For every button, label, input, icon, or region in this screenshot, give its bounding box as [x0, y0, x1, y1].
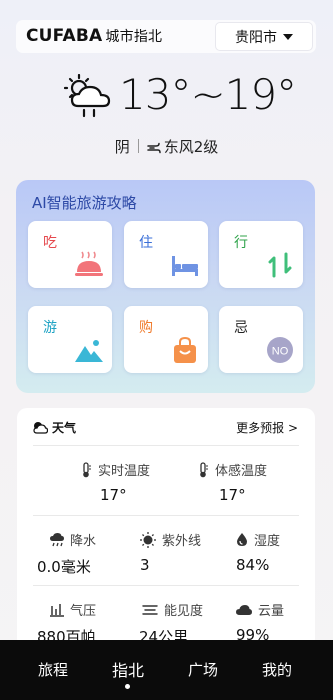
food-cloche-icon: [75, 251, 103, 276]
tile-stay[interactable]: 住: [124, 221, 208, 288]
tile-label: 吃: [43, 235, 57, 251]
metric-cloud-cover: 云量 99%: [236, 600, 284, 644]
rain-icon: [50, 532, 64, 546]
brand-subtitle: 城市指北: [105, 29, 163, 45]
metric-feel-temp: 体感温度 17°: [197, 460, 267, 504]
tile-label: 忌: [234, 320, 248, 336]
tile-label: 游: [43, 320, 57, 336]
ai-guide-title: AI智能旅游攻略: [32, 194, 137, 212]
weather-detail-header: 天气: [33, 419, 76, 436]
metric-value: 17°: [100, 486, 127, 504]
metric-label: 湿度: [254, 534, 281, 549]
metric-value: 0.0毫米: [37, 558, 91, 576]
header-bar: CUFABA 城市指北 贵阳市: [16, 20, 316, 53]
metric-label: 云量: [258, 604, 285, 619]
tile-tour[interactable]: 游: [28, 306, 112, 373]
shopping-bag-icon: [174, 336, 196, 363]
nav-item-guide[interactable]: 指北: [112, 657, 144, 681]
no-icon: NO: [267, 337, 293, 363]
tile-travel[interactable]: 行: [219, 221, 303, 288]
visibility-icon: [142, 604, 158, 615]
tile-label: 行: [234, 235, 248, 251]
metric-label: 紫外线: [162, 534, 202, 549]
uv-sun-icon: [140, 531, 156, 548]
cloud-rain-icon: [64, 74, 111, 118]
temperature-range: 13°~19°: [119, 70, 297, 119]
wind-text: 东风2级: [163, 138, 219, 156]
tile-avoid[interactable]: 忌 NO: [219, 306, 303, 373]
humidity-drop-icon: [237, 533, 247, 546]
mountain-icon: [75, 340, 103, 362]
cloud-icon: [236, 604, 252, 615]
city-label: 贵阳市: [235, 29, 277, 46]
thermometer-icon: [83, 461, 91, 477]
tile-shop[interactable]: 购: [124, 306, 208, 373]
divider: [33, 445, 299, 446]
condition-line: 阴 东风2级: [0, 136, 333, 157]
nav-item-journey[interactable]: 旅程: [38, 659, 68, 680]
metric-label: 实时温度: [98, 464, 151, 479]
tile-label: 住: [139, 235, 153, 251]
app-brand: CUFABA 城市指北: [26, 26, 162, 46]
swap-arrows-icon: [268, 252, 292, 278]
metric-value: 17°: [219, 486, 246, 504]
thermometer-icon: [200, 461, 208, 477]
nav-item-plaza[interactable]: 广场: [188, 659, 218, 680]
weather-detail-card: 天气 更多预报 > 实时温度 17° 体感温度 17° 降水 0.0毫米 紫外线…: [17, 408, 315, 648]
bottom-nav: 旅程 指北 广场 我的: [0, 640, 333, 700]
city-selector[interactable]: 贵阳市: [215, 22, 313, 51]
metric-label: 气压: [70, 604, 97, 619]
metric-precipitation: 降水 0.0毫米: [37, 530, 97, 577]
ai-guide-card: AI智能旅游攻略 吃 住 行 游 购 忌 NO: [16, 180, 315, 393]
condition-text: 阴: [114, 138, 130, 156]
tile-label: 购: [139, 320, 153, 336]
nav-item-mine[interactable]: 我的: [262, 659, 292, 680]
divider: [33, 585, 299, 586]
pressure-icon: [50, 603, 64, 617]
divider: [137, 139, 139, 153]
metric-humidity: 湿度 84%: [236, 530, 280, 574]
metric-label: 能见度: [164, 604, 204, 619]
wind-icon: [146, 142, 161, 154]
cloud-sun-icon: [33, 422, 48, 434]
metric-uv: 紫外线 3: [140, 530, 201, 574]
brand-name: CUFABA: [26, 26, 103, 46]
caret-down-icon: [283, 33, 293, 40]
bed-icon: [172, 256, 198, 276]
svg-text:NO: NO: [272, 346, 289, 358]
weather-detail-title: 天气: [52, 421, 77, 435]
metric-value: 3: [140, 556, 150, 574]
active-indicator: [125, 684, 130, 689]
metric-value: 84%: [236, 556, 270, 574]
tile-eat[interactable]: 吃: [28, 221, 112, 288]
metric-realtime-temp: 实时温度 17°: [80, 460, 150, 504]
more-forecast-link[interactable]: 更多预报 >: [236, 419, 298, 436]
metric-label: 体感温度: [215, 464, 268, 479]
divider: [33, 515, 299, 516]
metric-label: 降水: [70, 534, 97, 549]
